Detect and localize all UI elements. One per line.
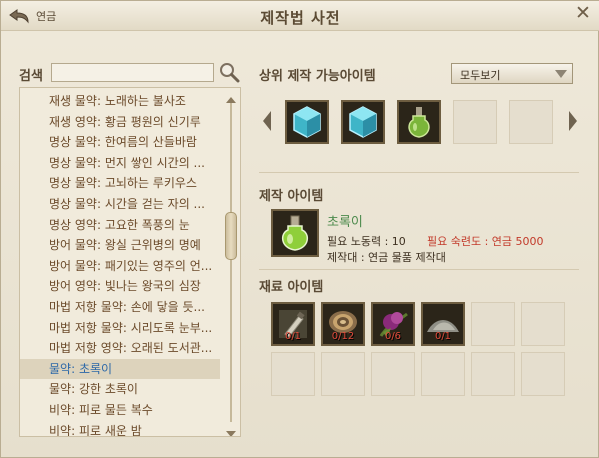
scroll-down-button[interactable] xyxy=(225,424,237,436)
recipe-list-item[interactable]: 명상 물약: 먼지 쌓인 시간의 ... xyxy=(20,153,220,174)
close-button[interactable]: ✕ xyxy=(574,3,592,23)
search-button[interactable] xyxy=(217,61,241,83)
recipe-list-scrollbar[interactable] xyxy=(224,90,238,436)
material-slot-7[interactable] xyxy=(271,352,315,396)
material-slot-6[interactable] xyxy=(521,302,565,346)
window-title: 제작법 사전 xyxy=(260,9,341,27)
material-slot-3[interactable]: 0/6 xyxy=(371,302,415,346)
blue-crystal-icon xyxy=(349,106,377,138)
chevron-left-icon xyxy=(263,111,271,131)
material-slot-8[interactable] xyxy=(321,352,365,396)
upper-item-slot-1[interactable] xyxy=(285,100,329,144)
recipe-list-item[interactable]: 명상 영약: 고요한 폭풍의 눈 xyxy=(20,215,220,236)
recipe-list-item[interactable]: 비약: 피로 새운 밤 xyxy=(20,421,220,437)
recipe-list-items: 재생 물약: 노래하는 불사조 재생 영약: 황금 평원의 신기루 명상 물약: 한… xyxy=(20,91,220,437)
material-slot-2[interactable]: 0/12 xyxy=(321,302,365,346)
green-potion-icon xyxy=(408,107,430,138)
material-slot-4[interactable]: 0/1 xyxy=(421,302,465,346)
recipe-list-item[interactable]: 물약: 초록이 xyxy=(20,358,220,380)
search-label: 검색 xyxy=(19,69,43,84)
upper-item-slot-2[interactable] xyxy=(341,100,385,144)
recipe-list-item[interactable]: 재생 물약: 노래하는 불사조 xyxy=(20,91,220,112)
filter-dropdown[interactable]: 모두보기 xyxy=(451,63,573,84)
material-slot-5[interactable] xyxy=(471,302,515,346)
materials-title: 재료 아이템 xyxy=(259,280,324,295)
material-slot-11[interactable] xyxy=(471,352,515,396)
material-slot-12[interactable] xyxy=(521,352,565,396)
craft-item-name: 초록이 xyxy=(327,215,363,230)
recipe-list-item[interactable]: 명상 물약: 시간을 걷는 자의 ... xyxy=(20,194,220,215)
chevron-down-icon xyxy=(226,431,236,436)
material-count: 0/12 xyxy=(331,331,355,342)
recipe-list-item[interactable]: 마법 저항 영약: 오래된 도서관... xyxy=(20,338,220,359)
divider xyxy=(259,172,579,173)
chevron-down-icon xyxy=(555,70,567,78)
chevron-right-icon xyxy=(569,111,577,131)
blue-crystal-icon xyxy=(293,106,321,138)
crafting-station: 제작대 : 연금 물품 제작대 xyxy=(327,251,446,264)
search-icon xyxy=(220,63,240,83)
scroll-thumb[interactable] xyxy=(225,212,237,260)
recipe-list-item[interactable]: 비약: 피로 물든 복수 xyxy=(20,400,220,421)
material-count: 0/1 xyxy=(284,331,302,342)
craft-item-slot[interactable] xyxy=(271,209,319,257)
recipe-list-item[interactable]: 재생 영약: 황금 평원의 신기루 xyxy=(20,112,220,133)
divider xyxy=(259,269,579,270)
recipe-list-item[interactable]: 방어 영약: 빛나는 왕국의 심장 xyxy=(20,276,220,297)
upper-item-slot-4[interactable] xyxy=(453,100,497,144)
search-input[interactable] xyxy=(51,63,214,82)
recipe-list-item[interactable]: 방어 물약: 패기있는 영주의 언... xyxy=(20,256,220,277)
recipe-list: 재생 물약: 노래하는 불사조 재생 영약: 황금 평원의 신기루 명상 물약: 한… xyxy=(19,87,241,437)
material-count: 0/6 xyxy=(384,331,402,342)
upper-items-prev-button[interactable] xyxy=(261,109,273,133)
material-slot-9[interactable] xyxy=(371,352,415,396)
upper-item-slot-5[interactable] xyxy=(509,100,553,144)
close-icon: ✕ xyxy=(575,2,591,24)
recipe-list-item[interactable]: 마법 저항 물약: 손에 닿을 듯... xyxy=(20,297,220,318)
title-bar: 연금 제작법 사전 ✕ xyxy=(1,1,599,31)
scroll-track xyxy=(230,102,232,422)
recipe-list-item[interactable]: 명상 물약: 한여름의 산들바람 xyxy=(20,132,220,153)
craft-item-title: 제작 아이템 xyxy=(259,189,324,204)
green-potion-flask-icon xyxy=(281,215,309,251)
upper-items-title: 상위 제작 가능아이템 xyxy=(259,69,376,84)
scroll-up-button[interactable] xyxy=(225,90,237,103)
skill-requirement: 필요 숙련도 : 연금 5000 xyxy=(427,235,544,248)
chevron-up-icon xyxy=(226,97,236,103)
material-slot-1[interactable]: 0/1 xyxy=(271,302,315,346)
recipe-list-item[interactable]: 물약: 강한 초록이 xyxy=(20,379,220,400)
recipe-list-item[interactable]: 방어 물약: 왕실 근위병의 명예 xyxy=(20,235,220,256)
labor-requirement: 필요 노동력 : 10 xyxy=(327,235,406,248)
recipe-list-item[interactable]: 마법 저항 물약: 시리도록 눈부... xyxy=(20,318,220,339)
filter-dropdown-value: 모두보기 xyxy=(460,69,501,82)
upper-item-slot-3[interactable] xyxy=(397,100,441,144)
upper-items-next-button[interactable] xyxy=(567,109,579,133)
recipe-dictionary-window: 연금 제작법 사전 ✕ 검색 재생 물약: 노래하는 불사조 재생 영약: 황금 … xyxy=(0,0,599,458)
recipe-list-item[interactable]: 명상 물약: 고뇌하는 루키우스 xyxy=(20,173,220,194)
material-slot-10[interactable] xyxy=(421,352,465,396)
material-count: 0/1 xyxy=(434,331,452,342)
